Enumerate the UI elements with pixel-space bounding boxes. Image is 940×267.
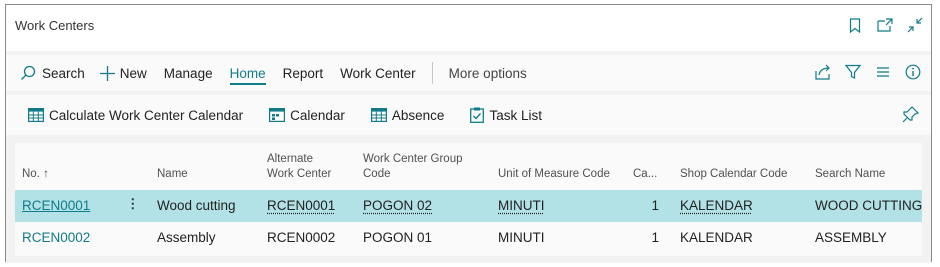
row-capacity: 1 bbox=[651, 198, 659, 213]
filter-icon[interactable] bbox=[845, 64, 861, 80]
task-list-icon bbox=[470, 107, 485, 123]
more-options-button[interactable]: More options bbox=[449, 55, 527, 91]
calculate-calendar-button[interactable]: Calculate Work Center Calendar bbox=[28, 108, 243, 123]
promoted-actions: Calculate Work Center Calendar Calendar … bbox=[6, 95, 931, 135]
new-button[interactable]: New bbox=[99, 55, 147, 91]
page-title: Work Centers bbox=[15, 18, 95, 33]
search-label: Search bbox=[42, 65, 85, 81]
header-alt-line1: Alternate bbox=[267, 153, 314, 165]
row-shop-calendar: KALENDAR bbox=[680, 230, 753, 245]
title-icons bbox=[847, 16, 923, 34]
action-divider bbox=[431, 62, 433, 84]
header-shop-calendar[interactable]: Shop Calendar Code bbox=[680, 167, 787, 182]
info-icon[interactable] bbox=[905, 64, 921, 80]
row-no-link[interactable]: RCEN0001 bbox=[22, 198, 90, 213]
calculate-calendar-label: Calculate Work Center Calendar bbox=[49, 107, 244, 123]
header-alt-line2: Work Center bbox=[267, 168, 332, 180]
calendar-label: Calendar bbox=[290, 107, 345, 123]
header-capacity[interactable]: Ca... bbox=[633, 167, 657, 182]
list-tools bbox=[815, 64, 921, 80]
manage-menu[interactable]: Manage bbox=[164, 55, 213, 91]
new-label: New bbox=[119, 65, 147, 81]
row-search-name: ASSEMBLY bbox=[815, 230, 887, 245]
row-uom[interactable]: MINUTI bbox=[498, 198, 545, 213]
task-list-button[interactable]: Task List bbox=[470, 107, 542, 123]
calendar-grid-icon bbox=[28, 108, 44, 122]
search-action[interactable]: Search bbox=[20, 55, 85, 91]
absence-label: Absence bbox=[391, 107, 445, 123]
row-alternate[interactable]: RCEN0001 bbox=[267, 198, 335, 213]
open-new-window-icon[interactable] bbox=[877, 16, 893, 34]
calendar-icon bbox=[269, 108, 286, 122]
row-capacity: 1 bbox=[651, 230, 659, 245]
report-menu[interactable]: Report bbox=[283, 55, 324, 91]
collapse-icon[interactable] bbox=[907, 16, 923, 34]
calendar-button[interactable]: Calendar bbox=[269, 108, 345, 123]
work-centers-table: No. ↑ Name Alternate Work Center Work Ce… bbox=[15, 143, 922, 256]
header-unit-of-measure[interactable]: Unit of Measure Code bbox=[498, 167, 610, 182]
work-center-menu[interactable]: Work Center bbox=[340, 55, 416, 91]
row-alternate: RCEN0002 bbox=[267, 230, 336, 245]
share-icon[interactable] bbox=[815, 64, 831, 80]
pin-icon[interactable] bbox=[902, 106, 919, 123]
table-row[interactable]: RCEN0002 Assembly RCEN0002 POGON 01 MINU… bbox=[15, 222, 922, 254]
header-search-name[interactable]: Search Name bbox=[815, 167, 885, 182]
header-alternate-work-center[interactable]: Alternate Work Center bbox=[267, 152, 331, 182]
table-row[interactable]: RCEN0001 ⋮ Wood cutting RCEN0001 POGON 0… bbox=[15, 190, 922, 222]
row-name: Assembly bbox=[157, 230, 216, 245]
plus-icon bbox=[99, 65, 115, 81]
header-name[interactable]: Name bbox=[157, 167, 188, 182]
absence-calendar-icon bbox=[370, 108, 387, 122]
bookmark-icon[interactable] bbox=[847, 16, 863, 34]
work-centers-page: Work Centers Search New Manage Home Repo… bbox=[5, 4, 932, 263]
header-group-line1: Work Center Group bbox=[363, 153, 463, 165]
row-search-name: WOOD CUTTING bbox=[815, 198, 923, 213]
title-bar: Work Centers bbox=[6, 5, 931, 51]
row-group: POGON 01 bbox=[363, 230, 433, 245]
search-icon bbox=[21, 65, 36, 80]
row-menu-icon[interactable]: ⋮ bbox=[126, 196, 140, 212]
row-uom: MINUTI bbox=[498, 230, 545, 245]
row-no-link[interactable]: RCEN0002 bbox=[22, 230, 90, 245]
header-group-line2: Code bbox=[363, 168, 391, 180]
task-list-label: Task List bbox=[489, 107, 542, 123]
row-name: Wood cutting bbox=[157, 198, 236, 213]
list-view-icon[interactable] bbox=[875, 64, 891, 80]
table-header: No. ↑ Name Alternate Work Center Work Ce… bbox=[15, 143, 922, 189]
header-work-center-group[interactable]: Work Center Group Code bbox=[363, 152, 463, 182]
absence-button[interactable]: Absence bbox=[370, 107, 445, 123]
header-no[interactable]: No. ↑ bbox=[22, 167, 49, 182]
home-tab[interactable]: Home bbox=[229, 55, 266, 91]
row-shop-calendar[interactable]: KALENDAR bbox=[680, 198, 753, 213]
action-bar: Search New Manage Home Report Work Cente… bbox=[6, 55, 931, 91]
row-group[interactable]: POGON 02 bbox=[363, 198, 432, 213]
